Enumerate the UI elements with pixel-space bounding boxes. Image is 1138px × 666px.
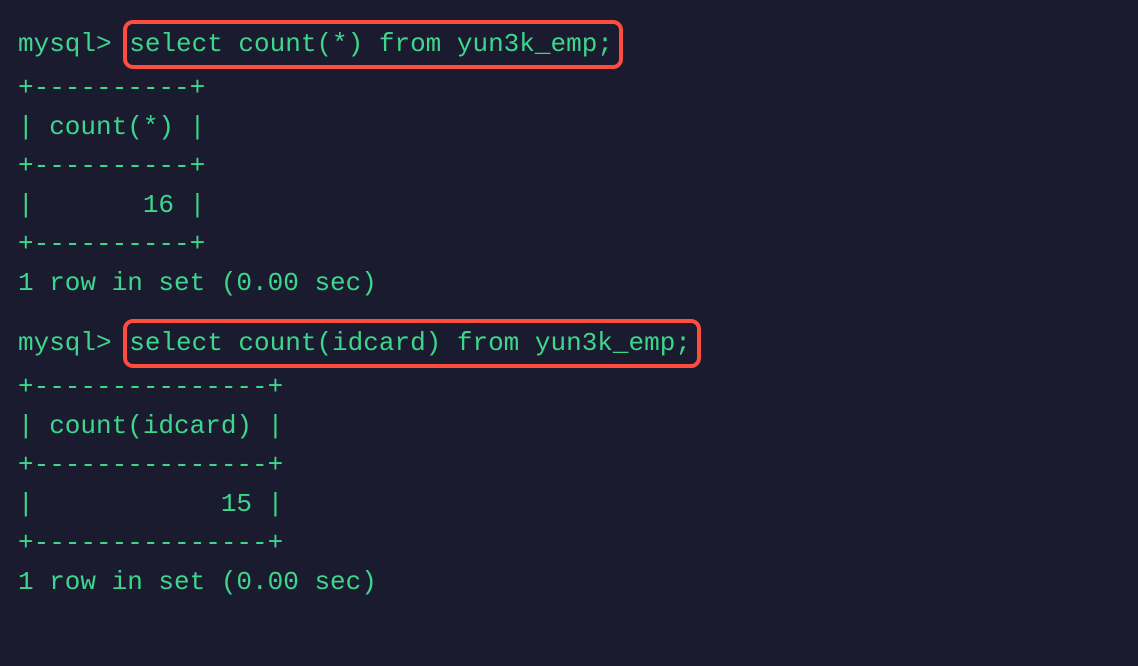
highlighted-query-1: select count(*) from yun3k_emp; xyxy=(123,20,623,69)
result-header-1: | count(*) | xyxy=(18,108,1120,147)
result-border-bot-1: +----------+ xyxy=(18,225,1120,264)
result-border-top-2: +---------------+ xyxy=(18,368,1120,407)
result-value-1: | 16 | xyxy=(18,186,1120,225)
result-border-mid-2: +---------------+ xyxy=(18,446,1120,485)
result-border-top-1: +----------+ xyxy=(18,69,1120,108)
result-status-1: 1 row in set (0.00 sec) xyxy=(18,264,1120,303)
result-border-bot-2: +---------------+ xyxy=(18,524,1120,563)
query-text-1: select count(*) from yun3k_emp; xyxy=(129,29,613,59)
result-value-2: | 15 | xyxy=(18,485,1120,524)
result-status-2: 1 row in set (0.00 sec) xyxy=(18,563,1120,602)
query-text-2: select count(idcard) from yun3k_emp; xyxy=(129,328,691,358)
query-line-2: mysql> select count(idcard) from yun3k_e… xyxy=(18,319,1120,368)
query-line-1: mysql> select count(*) from yun3k_emp; xyxy=(18,20,1120,69)
result-header-2: | count(idcard) | xyxy=(18,407,1120,446)
mysql-prompt: mysql> xyxy=(18,29,127,59)
result-border-mid-1: +----------+ xyxy=(18,147,1120,186)
mysql-prompt: mysql> xyxy=(18,328,127,358)
highlighted-query-2: select count(idcard) from yun3k_emp; xyxy=(123,319,701,368)
